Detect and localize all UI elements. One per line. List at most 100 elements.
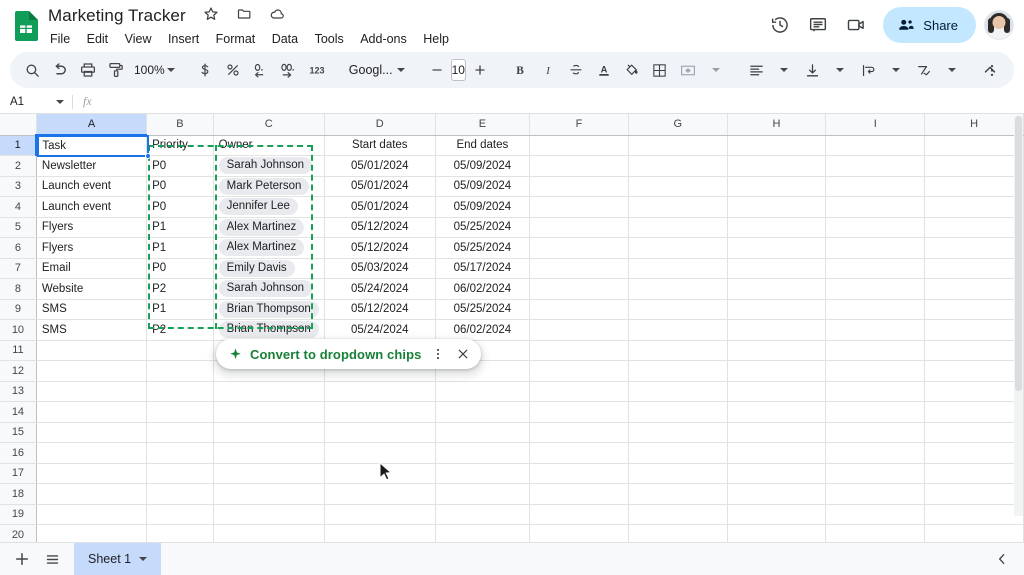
cell-B16[interactable] (146, 442, 214, 464)
vertical-align-icon[interactable] (798, 56, 826, 84)
cell-H8[interactable] (924, 278, 1024, 300)
row-header-5[interactable]: 5 (0, 217, 37, 238)
cell-C18[interactable] (213, 483, 325, 505)
cell-H16[interactable] (727, 442, 827, 464)
comment-icon[interactable] (801, 8, 835, 42)
cell-G1[interactable] (628, 135, 728, 156)
cell-F8[interactable] (529, 278, 629, 300)
font-size-input[interactable]: 10 (450, 59, 466, 81)
cell-D19[interactable] (324, 504, 436, 525)
cell-B18[interactable] (146, 483, 214, 505)
cell-H13[interactable] (727, 381, 827, 402)
cell-C7[interactable]: Emily Davis (213, 258, 325, 279)
share-button[interactable]: Share (883, 7, 976, 43)
close-icon[interactable] (454, 345, 472, 363)
popup-label[interactable]: Convert to dropdown chips (250, 347, 422, 362)
cell-H16[interactable] (924, 442, 1024, 464)
cell-D17[interactable] (324, 463, 436, 484)
cell-H2[interactable] (727, 155, 827, 177)
fill-handle[interactable] (145, 153, 151, 159)
cell-G3[interactable] (628, 176, 728, 197)
all-sheets-icon[interactable] (38, 545, 66, 573)
cell-B12[interactable] (146, 360, 214, 382)
cell-I10[interactable] (825, 319, 926, 341)
cell-A1[interactable]: Task (36, 135, 148, 156)
cell-I12[interactable] (825, 360, 926, 382)
cell-F16[interactable] (529, 442, 629, 464)
cell-I18[interactable] (825, 483, 926, 505)
cell-B11[interactable] (146, 340, 214, 361)
column-header-i-8[interactable]: I (825, 114, 926, 136)
cell-A12[interactable] (36, 360, 148, 382)
cell-F17[interactable] (529, 463, 629, 484)
merge-cells-icon[interactable] (674, 56, 702, 84)
cell-H10[interactable] (924, 319, 1024, 341)
cell-D7[interactable]: 05/03/2024 (324, 258, 436, 279)
cell-A17[interactable] (36, 463, 148, 484)
owner-chip[interactable]: Sarah Johnson (218, 280, 312, 298)
more-formats-icon[interactable]: 123 (303, 56, 331, 84)
cell-G19[interactable] (628, 504, 728, 525)
cell-F4[interactable] (529, 196, 629, 218)
cell-G18[interactable] (628, 483, 728, 505)
row-header-3[interactable]: 3 (0, 176, 37, 197)
cell-H15[interactable] (924, 422, 1024, 443)
row-header-4[interactable]: 4 (0, 196, 37, 218)
row-header-16[interactable]: 16 (0, 442, 37, 464)
cell-G14[interactable] (628, 401, 728, 423)
expand-side-panel-icon[interactable] (988, 545, 1016, 573)
cell-A10[interactable]: SMS (36, 319, 148, 341)
menu-help[interactable]: Help (417, 29, 455, 49)
cell-H7[interactable] (924, 258, 1024, 279)
cell-G10[interactable] (628, 319, 728, 341)
cell-F6[interactable] (529, 237, 629, 259)
cell-C8[interactable]: Sarah Johnson (213, 278, 325, 300)
add-sheet-icon[interactable] (8, 545, 36, 573)
row-header-19[interactable]: 19 (0, 504, 37, 525)
row-header-10[interactable]: 10 (0, 319, 37, 341)
cell-B15[interactable] (146, 422, 214, 443)
cell-E6[interactable]: 05/25/2024 (435, 237, 531, 259)
menu-addons[interactable]: Add-ons (354, 29, 413, 49)
cell-E3[interactable]: 05/09/2024 (435, 176, 531, 197)
menu-insert[interactable]: Insert (162, 29, 205, 49)
cell-C15[interactable] (213, 422, 325, 443)
cell-H14[interactable] (924, 401, 1024, 423)
cell-H20[interactable] (727, 524, 827, 542)
currency-icon[interactable] (191, 56, 219, 84)
vertical-scrollbar-thumb[interactable] (1015, 116, 1022, 391)
cell-H17[interactable] (924, 463, 1024, 484)
cell-C16[interactable] (213, 442, 325, 464)
more-vertical-icon[interactable] (429, 345, 447, 363)
cell-I3[interactable] (825, 176, 926, 197)
zoom-control[interactable]: 100% (130, 63, 179, 77)
undo-icon[interactable] (46, 56, 74, 84)
cell-E14[interactable] (435, 401, 531, 423)
owner-chip[interactable]: Alex Martinez (218, 239, 305, 257)
cell-F20[interactable] (529, 524, 629, 542)
cell-I7[interactable] (825, 258, 926, 279)
cell-A11[interactable] (36, 340, 148, 361)
cell-E1[interactable]: End dates (435, 135, 531, 156)
cell-I15[interactable] (825, 422, 926, 443)
cell-B9[interactable]: P1 (146, 299, 214, 320)
cell-D4[interactable]: 05/01/2024 (324, 196, 436, 218)
star-icon[interactable] (203, 6, 223, 26)
cell-I14[interactable] (825, 401, 926, 423)
cell-B20[interactable] (146, 524, 214, 542)
increase-decimal-icon[interactable] (275, 56, 303, 84)
cell-I13[interactable] (825, 381, 926, 402)
cell-G5[interactable] (628, 217, 728, 238)
cell-A13[interactable] (36, 381, 148, 402)
row-header-8[interactable]: 8 (0, 278, 37, 300)
cell-F15[interactable] (529, 422, 629, 443)
cell-H4[interactable] (924, 196, 1024, 218)
cell-F12[interactable] (529, 360, 629, 382)
cell-G2[interactable] (628, 155, 728, 177)
cell-H18[interactable] (924, 483, 1024, 505)
cell-E13[interactable] (435, 381, 531, 402)
cell-C13[interactable] (213, 381, 325, 402)
cell-A4[interactable]: Launch event (36, 196, 148, 218)
merge-cells-dropdown[interactable] (702, 56, 730, 84)
cell-D3[interactable]: 05/01/2024 (324, 176, 436, 197)
